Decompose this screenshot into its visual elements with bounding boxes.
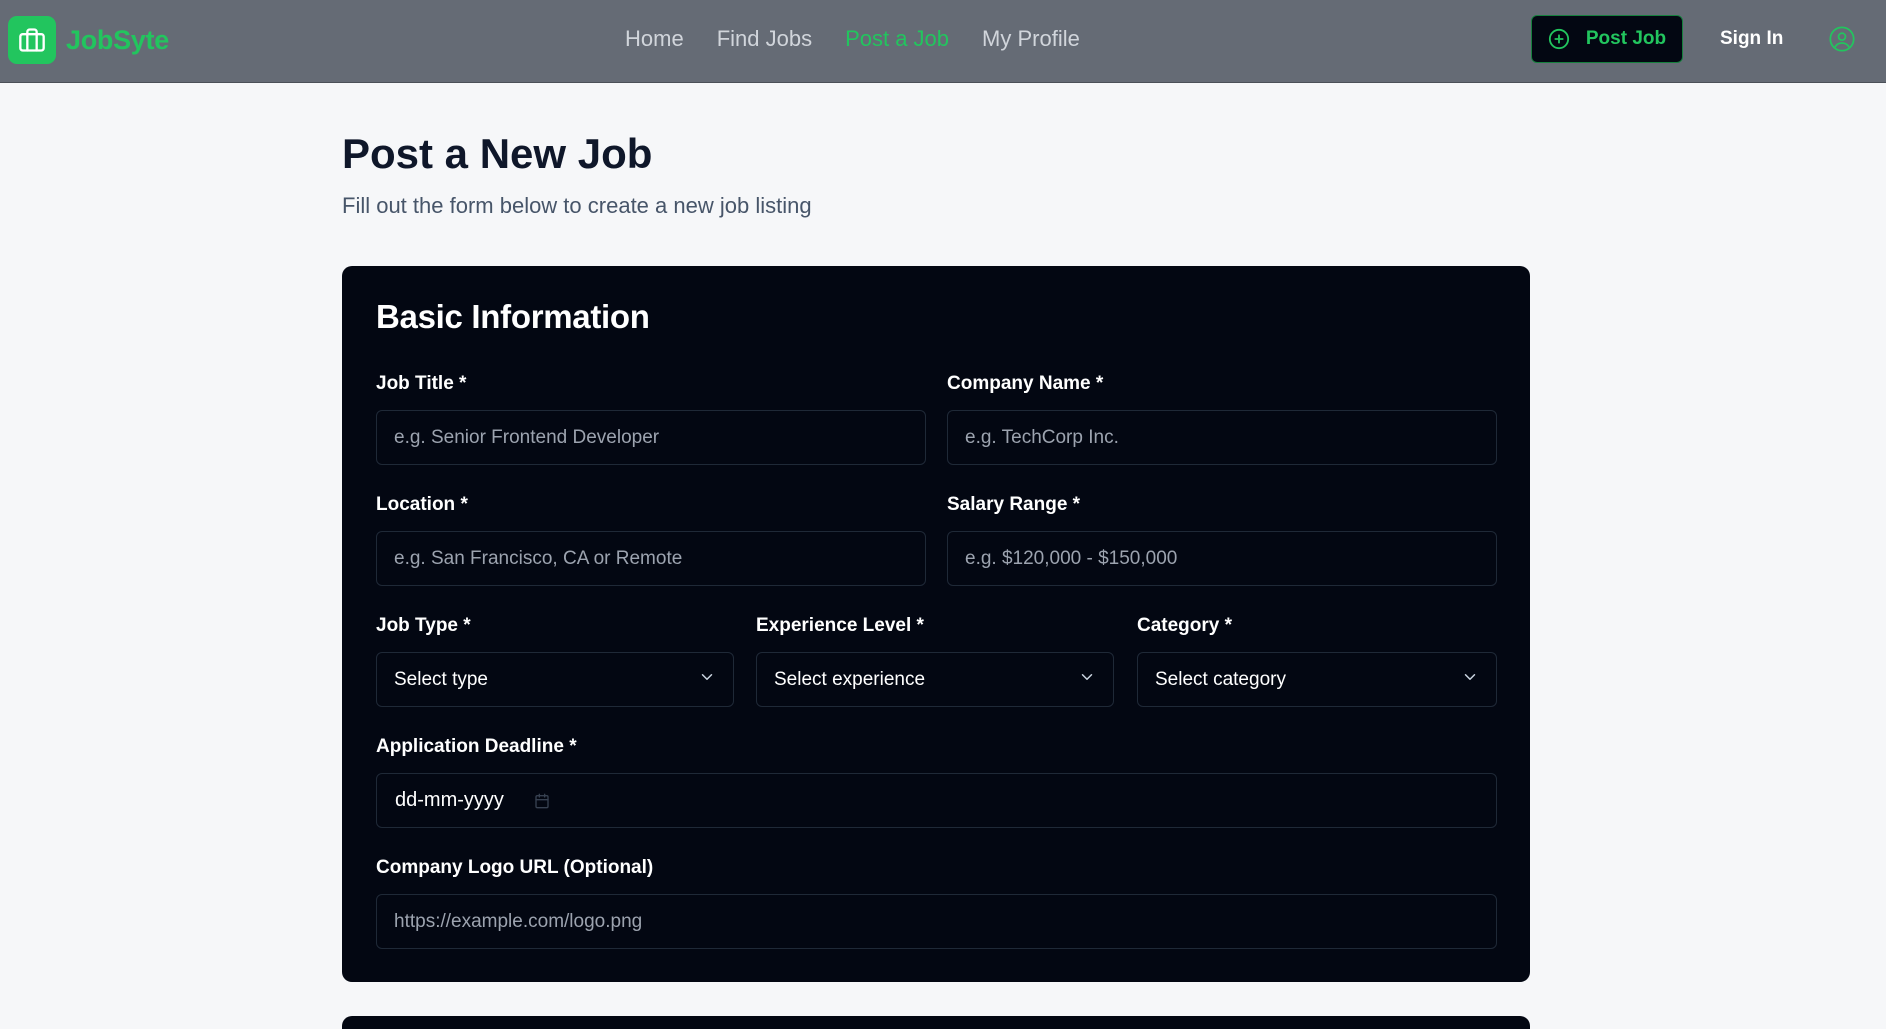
- job-title-label: Job Title *: [376, 373, 467, 394]
- experience-level-select[interactable]: Select experience: [756, 652, 1114, 707]
- brand-logo[interactable]: JobSyte: [8, 16, 169, 64]
- company-logo-url-label: Company Logo URL (Optional): [376, 857, 654, 878]
- category-label: Category *: [1137, 615, 1233, 636]
- location-input[interactable]: [376, 531, 926, 586]
- job-type-selected: Select type: [394, 668, 488, 690]
- post-job-button[interactable]: Post Job: [1531, 15, 1683, 63]
- company-logo-url-input[interactable]: [376, 894, 1497, 949]
- next-section-card: [342, 1016, 1530, 1029]
- experience-level-selected: Select experience: [774, 668, 926, 690]
- nav-link-post-a-job[interactable]: Post a Job: [845, 26, 949, 52]
- category-select[interactable]: Select category: [1137, 652, 1497, 707]
- salary-range-label: Salary Range *: [947, 494, 1081, 515]
- chevron-down-icon: [1078, 668, 1096, 692]
- page-title: Post a New Job: [342, 130, 653, 177]
- user-icon[interactable]: [1825, 22, 1859, 56]
- company-name-label: Company Name *: [947, 373, 1104, 394]
- date-value: dd-mm-yyyy: [395, 789, 504, 811]
- top-navbar: JobSyte Home Find Jobs Post a Job My Pro…: [0, 0, 1886, 83]
- application-deadline-input[interactable]: dd-mm-yyyy: [376, 773, 1497, 828]
- job-title-input[interactable]: [376, 410, 926, 465]
- job-type-select[interactable]: Select type: [376, 652, 734, 707]
- sign-in-link[interactable]: Sign In: [1720, 28, 1783, 50]
- nav-link-home[interactable]: Home: [625, 26, 684, 52]
- main-nav: Home Find Jobs Post a Job My Profile: [625, 26, 1113, 52]
- category-selected: Select category: [1155, 668, 1286, 690]
- briefcase-icon: [8, 16, 56, 64]
- plus-circle-icon: [1548, 28, 1570, 50]
- brand-name: JobSyte: [66, 24, 169, 55]
- chevron-down-icon: [698, 668, 716, 692]
- company-name-input[interactable]: [947, 410, 1497, 465]
- location-label: Location *: [376, 494, 468, 515]
- calendar-icon[interactable]: [534, 793, 550, 809]
- experience-level-label: Experience Level *: [756, 615, 924, 636]
- job-type-label: Job Type *: [376, 615, 471, 636]
- post-job-button-label: Post Job: [1585, 28, 1667, 49]
- nav-link-find-jobs[interactable]: Find Jobs: [717, 26, 812, 52]
- section-title: Basic Information: [376, 298, 650, 335]
- salary-range-input[interactable]: [947, 531, 1497, 586]
- nav-link-my-profile[interactable]: My Profile: [982, 26, 1080, 52]
- application-deadline-label: Application Deadline *: [376, 736, 577, 757]
- basic-information-card: Basic Information Job Title * Company Na…: [342, 266, 1530, 982]
- chevron-down-icon: [1461, 668, 1479, 692]
- page-subtitle: Fill out the form below to create a new …: [342, 193, 812, 218]
